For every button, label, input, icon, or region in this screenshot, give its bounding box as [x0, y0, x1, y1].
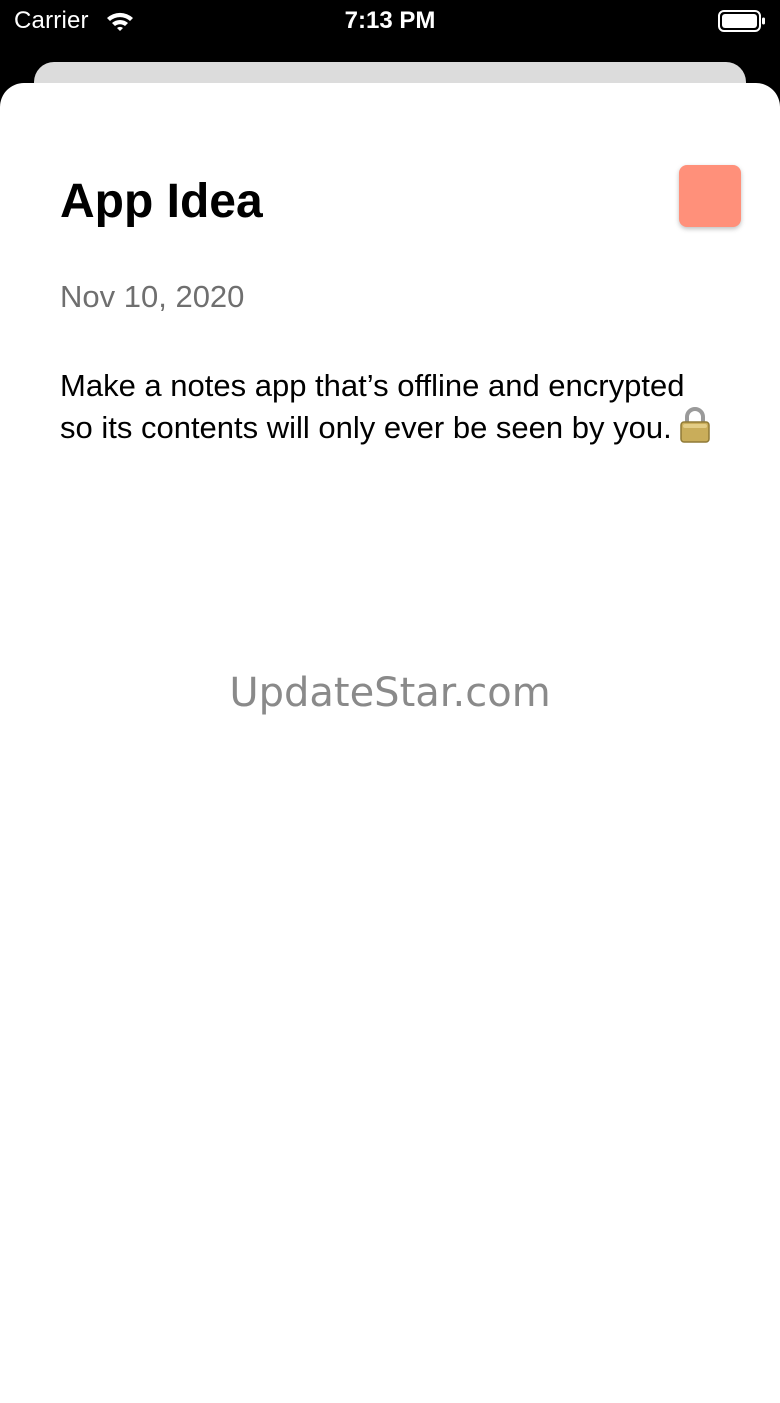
status-bar: Carrier 7:13 PM: [0, 0, 780, 44]
note-color-swatch[interactable]: [679, 165, 741, 227]
note-date: Nov 10, 2020: [60, 279, 245, 314]
note-sheet: App Idea Nov 10, 2020 Make a notes app t…: [0, 83, 780, 1403]
clock: 7:13 PM: [344, 7, 436, 34]
note-body-content: Make a notes app that’s offline and encr…: [60, 368, 685, 445]
battery-icon: [718, 9, 766, 38]
note-body-text[interactable]: Make a notes app that’s offline and encr…: [60, 366, 720, 454]
note-title[interactable]: App Idea: [60, 172, 263, 232]
watermark: UpdateStar.com: [229, 670, 551, 716]
lock-icon: [678, 406, 712, 454]
